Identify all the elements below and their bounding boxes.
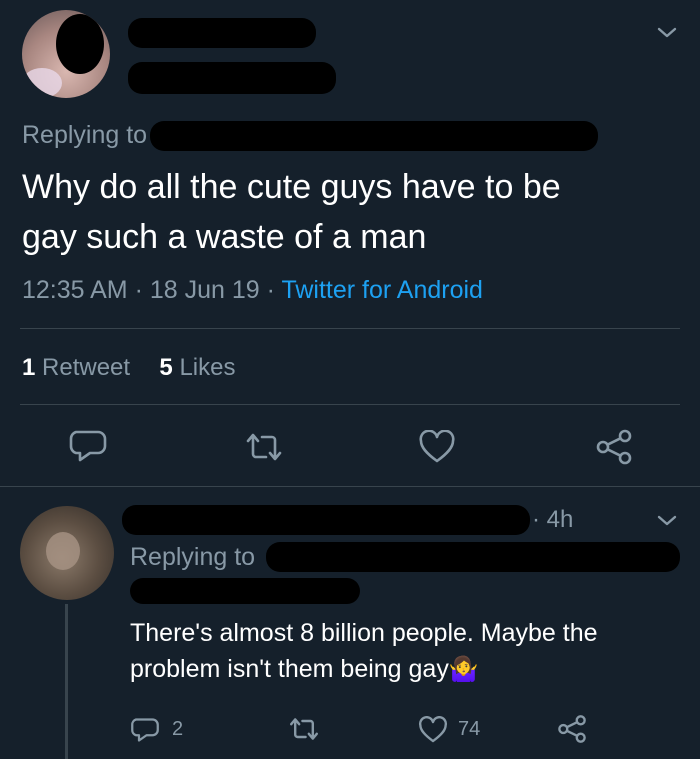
- retweet-count: 1: [22, 354, 36, 381]
- display-name-redacted: [128, 18, 316, 48]
- reply-thread-line: [65, 604, 68, 759]
- likes-label: Likes: [179, 354, 236, 381]
- retweets-stat[interactable]: 1 Retweet: [22, 354, 137, 381]
- avatar-blur: [46, 532, 80, 570]
- tweet-time[interactable]: 12:35 AM: [22, 276, 128, 304]
- username-redacted: [128, 62, 336, 94]
- reply-retweet-icon[interactable]: [288, 716, 320, 742]
- meta-separator: ·: [266, 276, 275, 304]
- tweet-stats: 1 Retweet 5 Likes: [22, 354, 235, 382]
- tweet-date[interactable]: 18 Jun 19: [150, 276, 260, 304]
- reply-name-redacted: [122, 505, 530, 535]
- tweet-text-line-2: gay such a waste of a man: [22, 218, 427, 256]
- like-heart-icon[interactable]: [418, 430, 456, 464]
- author-avatar[interactable]: [22, 10, 110, 98]
- reply-text-line-2: problem isn't them being gay🤷‍♀️: [130, 654, 479, 685]
- section-divider: [0, 486, 700, 487]
- likes-stat[interactable]: 5 Likes: [159, 354, 235, 381]
- replying-to-label: Replying to: [22, 121, 148, 149]
- share-icon[interactable]: [594, 428, 634, 466]
- reply-author-avatar[interactable]: [20, 506, 114, 600]
- person-shrugging-emoji: 🤷‍♀️: [448, 656, 479, 683]
- tweet-text-line-1: Why do all the cute guys have to be: [22, 168, 561, 206]
- reply-replying-to-label: Replying to: [130, 543, 256, 571]
- avatar-redaction: [56, 14, 104, 74]
- likes-count: 5: [159, 354, 173, 381]
- reply-chevron-down-icon[interactable]: [656, 514, 678, 528]
- tweet-source-link[interactable]: Twitter for Android: [281, 276, 482, 304]
- replying-to-handle-redacted[interactable]: [150, 121, 598, 151]
- retweet-icon[interactable]: [244, 432, 284, 462]
- reply-text-line-2-text: problem isn't them being gay: [130, 655, 449, 683]
- reply-reply-count: 2: [172, 718, 184, 740]
- avatar-highlight: [22, 68, 62, 98]
- reply-text-line-1: There's almost 8 billion people. Maybe t…: [130, 619, 598, 647]
- reply-like-count: 74: [458, 718, 481, 740]
- reply-reply-icon[interactable]: [130, 716, 160, 744]
- chevron-down-icon[interactable]: [656, 26, 678, 40]
- reply-replying-to-handle2-redacted[interactable]: [130, 578, 360, 604]
- reply-time-ago[interactable]: · 4h: [532, 506, 573, 534]
- reply-like-heart-icon[interactable]: [418, 716, 448, 744]
- reply-icon[interactable]: [68, 428, 108, 464]
- divider: [20, 328, 680, 329]
- reply-share-icon[interactable]: [556, 714, 588, 744]
- meta-separator: ·: [134, 276, 143, 304]
- tweet-meta: 12:35 AM · 18 Jun 19 · Twitter for Andro…: [22, 276, 483, 305]
- retweet-label: Retweet: [42, 354, 131, 381]
- divider: [20, 404, 680, 405]
- reply-replying-to-handle-redacted[interactable]: [266, 542, 680, 572]
